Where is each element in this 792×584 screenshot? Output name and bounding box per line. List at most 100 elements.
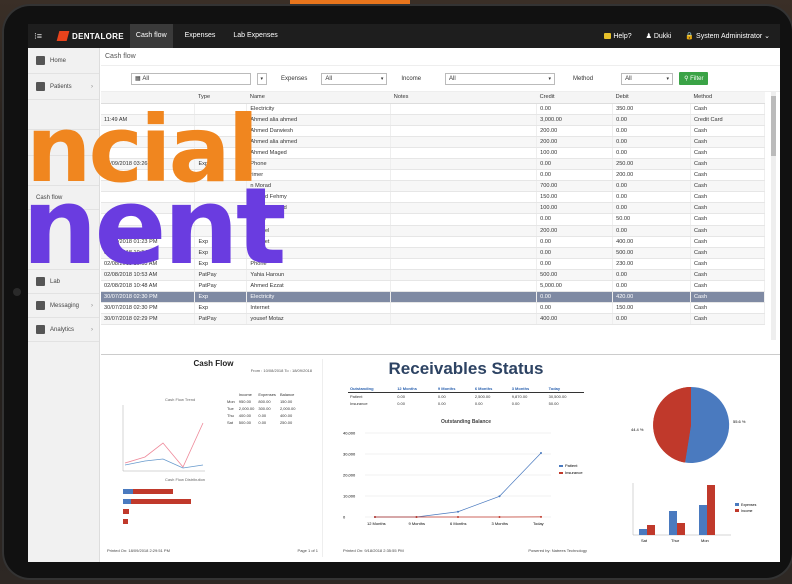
table-cell: 200.00 — [536, 136, 614, 148]
y-tick-label: 20,000 — [343, 473, 356, 478]
table-cell: Ahmed Maged — [246, 147, 392, 159]
table-cell: 0.00 — [612, 313, 691, 326]
date-dropdown-button[interactable]: ▾ — [257, 72, 267, 85]
table-cell: 0.00 — [612, 202, 691, 215]
report-cell: Tue — [227, 406, 234, 411]
report-row: Tue 2,000.00 300.00 2,000.00 — [225, 405, 298, 412]
table-cell — [390, 191, 538, 204]
brand-logo[interactable]: DENTALORE — [56, 31, 124, 41]
table-cell: Cash — [690, 225, 765, 237]
tab-lab-expenses[interactable]: Lab Expenses — [227, 24, 283, 48]
table-scrollbar[interactable] — [771, 92, 776, 340]
table-cell: Cash — [690, 125, 765, 137]
report-cell: 950.00 — [238, 399, 252, 404]
income-select[interactable]: All ▾ — [445, 72, 556, 85]
legend-swatch — [559, 465, 563, 467]
table-cell: Cash — [690, 302, 765, 315]
chart1-title: Cash Flow Trend — [165, 397, 195, 402]
table-cell: Electricity — [246, 291, 392, 304]
sidebar-item-analytics[interactable]: Analytics › — [28, 318, 99, 342]
table-cell — [390, 202, 538, 215]
table-cell: Electricity — [246, 103, 392, 115]
table-cell: Cash — [690, 191, 765, 204]
table-cell: Cash — [690, 269, 765, 282]
report-cell: Mon — [227, 399, 235, 404]
table-cell: 250.00 — [612, 158, 691, 171]
table-cell: 50.00 — [612, 213, 691, 226]
report-col-header: Expenses — [258, 392, 276, 397]
report-title: Receivables Status — [388, 359, 544, 378]
report-cell: 400.00 — [238, 413, 252, 418]
table-row[interactable]: 30/07/2018 02:30 PM Exp Internet 0.00 150.00… — [101, 302, 765, 315]
pie-label: 55.6 % — [733, 419, 746, 424]
menu-icon[interactable]: ⁝≡ — [28, 31, 48, 42]
receivables-row: Patient 0.00 0.00 2,500.00 9,870.00 30,500.00 — [348, 393, 584, 401]
filter-button[interactable]: ⚲ Filter — [679, 72, 709, 85]
pie-label: 44.4 % — [631, 427, 644, 432]
receivables-cell: 0.00 — [437, 401, 446, 406]
table-cell: Exp — [194, 302, 248, 315]
report-row: Sat 500.00 0.00 250.00 — [225, 419, 298, 426]
report-cell: 150.00 — [279, 399, 293, 404]
report-title: Cash Flow — [193, 359, 234, 368]
table-cell: Ahmed Darwiesh — [246, 125, 392, 137]
role-menu[interactable]: 🔒 System Administrator ⌄ — [685, 32, 770, 40]
table-cell: 230.00 — [612, 258, 691, 270]
table-row[interactable]: 30/07/2018 02:30 PM Exp Electricity 0.00 420… — [101, 291, 765, 304]
table-cell: 0.00 — [536, 169, 614, 182]
report-col-header: Income — [238, 392, 252, 397]
column-header[interactable]: Notes — [390, 92, 537, 104]
x-tick-label: 9 Months — [409, 521, 425, 526]
user-menu[interactable]: ♟ Dukki — [646, 32, 672, 40]
receivables-cell: 50.00 — [548, 401, 559, 406]
report-cell: Thu — [227, 413, 234, 418]
receivables-cell: 0.00 — [511, 401, 520, 406]
sidebar-item-messaging[interactable]: Messaging › — [28, 294, 99, 318]
receivables-cell: 0.00 — [397, 401, 405, 406]
column-header[interactable]: Credit — [536, 92, 613, 104]
table-cell: Ahmed alia ahmed — [246, 136, 392, 148]
table-cell — [390, 169, 538, 182]
table-cell: 0.00 — [536, 291, 614, 304]
table-cell — [390, 302, 538, 315]
receivables-row: Insurance 0.00 0.00 0.00 0.00 50.00 — [348, 400, 584, 407]
top-bar: ⁝≡ DENTALORE Cash flow Expenses Lab Expe… — [28, 24, 780, 48]
table-cell: 5,000.00 — [536, 280, 614, 293]
table-cell: 0.00 — [612, 114, 691, 126]
table-cell — [390, 158, 538, 171]
table-cell: Cash — [690, 202, 765, 215]
report-cell: 400.00 — [279, 413, 293, 418]
bar — [669, 511, 677, 535]
tab-expenses[interactable]: Expenses — [179, 24, 222, 48]
column-header[interactable]: Debit — [612, 92, 691, 104]
method-select[interactable]: All ▾ — [621, 72, 674, 85]
table-cell — [390, 291, 538, 304]
legend-label: Patient — [565, 463, 578, 468]
report-cell: 2,000.00 — [238, 406, 255, 411]
column-header[interactable]: Method — [690, 92, 765, 104]
pie-slice — [653, 387, 691, 463]
column-header[interactable]: Name — [246, 92, 391, 104]
help-link[interactable]: Help? — [604, 33, 632, 40]
table-cell: 200.00 — [612, 169, 691, 182]
table-cell: 100.00 — [536, 147, 614, 159]
tab-cash-flow[interactable]: Cash flow — [129, 24, 173, 48]
table-cell: 3,000.00 — [536, 114, 614, 126]
date-select[interactable]: ▦ All — [131, 72, 251, 85]
table-cell: Cash — [690, 247, 765, 259]
sidebar-item-home[interactable]: Home — [28, 48, 99, 74]
table-row[interactable]: 30/07/2018 02:29 PM PatPay yousef Motaz 400… — [101, 313, 765, 326]
table-cell: 400.00 — [612, 236, 691, 248]
table-cell: 0.00 — [536, 158, 614, 171]
bar-tick: Thur — [671, 538, 680, 543]
expenses-select[interactable]: All ▾ — [321, 72, 388, 85]
table-cell: 150.00 — [612, 302, 691, 315]
analytics-report: 55.6 % 44.4 % Sat Thur Mon Expenses Inco… — [611, 359, 771, 557]
receivables-col-header: Today — [546, 385, 584, 393]
camera-dot — [13, 288, 21, 296]
table-cell: 500.00 — [536, 269, 614, 282]
report-cell: Sat — [227, 420, 234, 425]
pie-chart: 55.6 % 44.4 % — [631, 386, 746, 463]
bar — [707, 485, 715, 535]
receivables-col-header: Outstanding — [348, 385, 396, 393]
